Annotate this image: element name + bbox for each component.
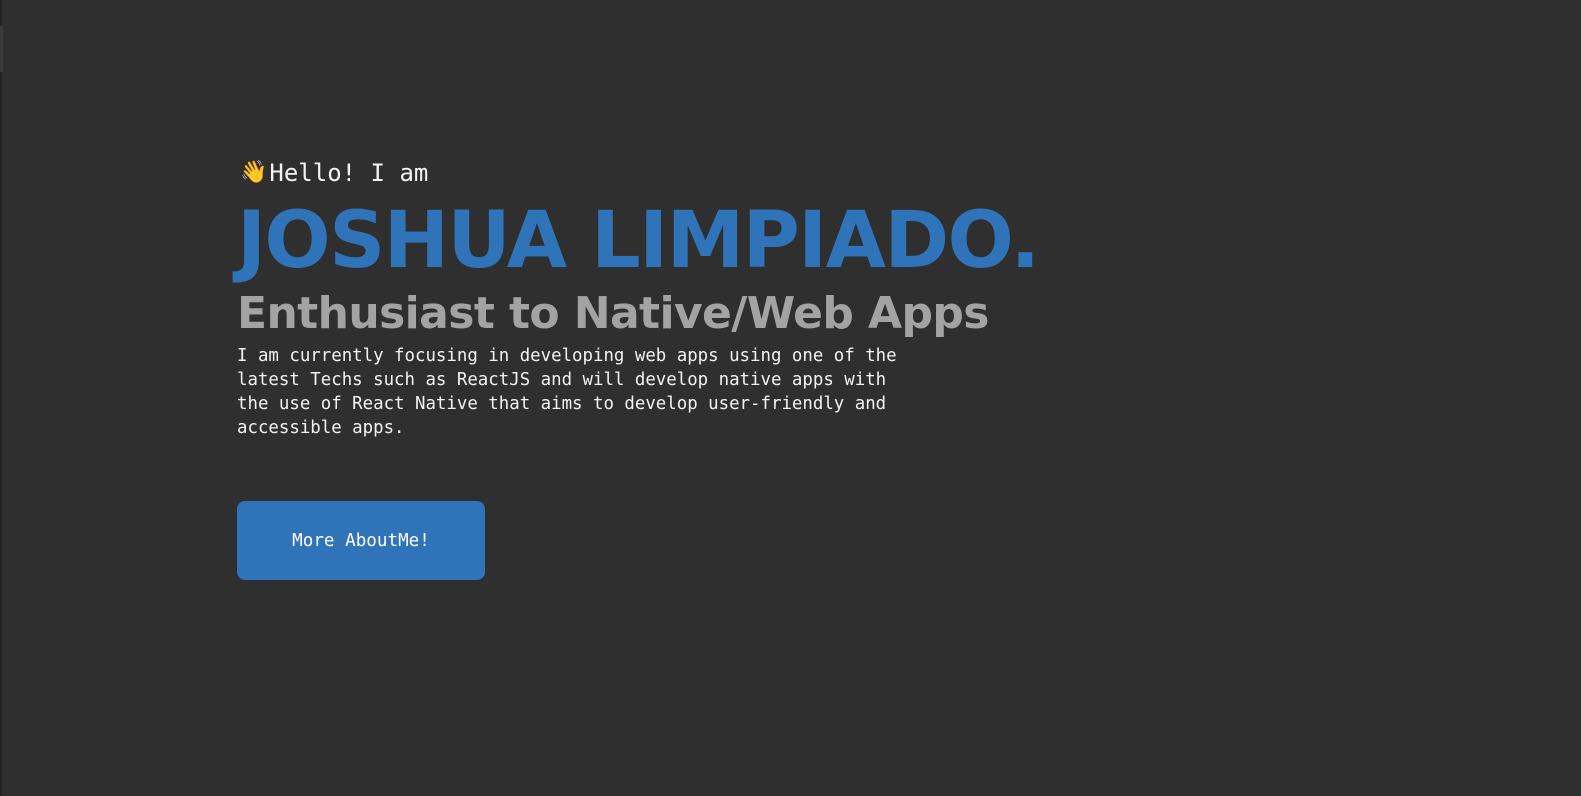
scroll-indicator[interactable] xyxy=(0,26,3,72)
greeting-text: Hello! I am xyxy=(269,159,429,187)
hero-description: I am currently focusing in developing we… xyxy=(237,346,897,438)
hero-subtitle: Enthusiast to Native/Web Apps xyxy=(237,288,989,339)
hero-section: 👋 Hello! I am JOSHUA LIMPIADO. Enthusias… xyxy=(237,152,1137,440)
hero-name: JOSHUA LIMPIADO. xyxy=(237,196,1040,286)
more-about-me-button[interactable]: More AboutMe! xyxy=(237,501,485,580)
waving-hand-icon: 👋 xyxy=(240,160,268,185)
window-left-edge xyxy=(0,0,2,796)
greeting-line: 👋 Hello! I am xyxy=(240,152,1137,194)
